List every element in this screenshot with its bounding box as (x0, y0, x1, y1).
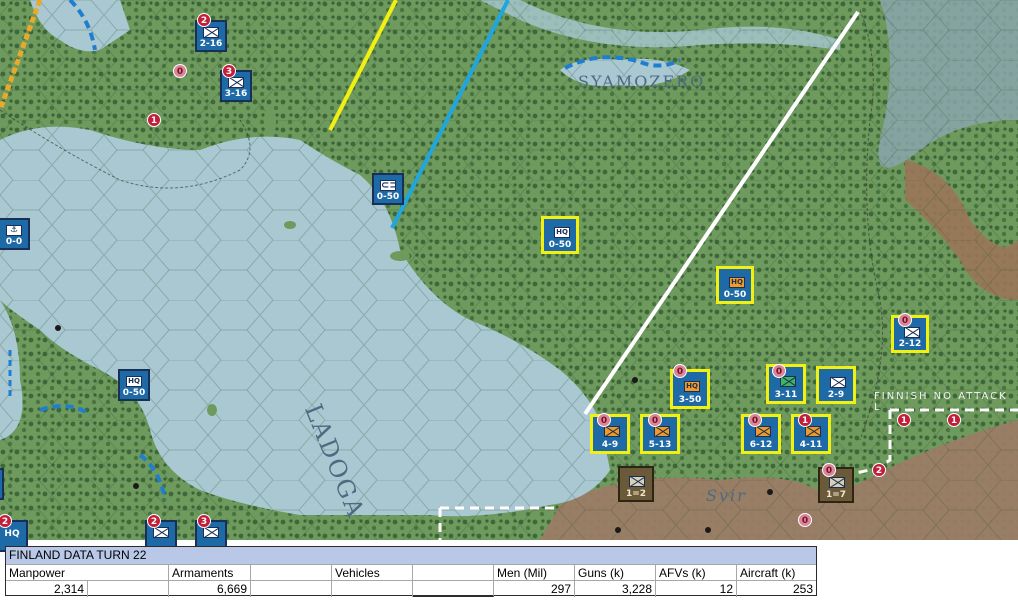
panel-title: FINLAND DATA TURN 22 (6, 547, 816, 564)
vehicles-label: Vehicles (332, 565, 413, 581)
unit-badge: 0 (898, 313, 912, 327)
unit-badge: 1 (798, 413, 812, 427)
map-terrain (0, 0, 1018, 540)
map-unit-hq-0-50-east[interactable]: HQ 0-50 (716, 266, 754, 304)
afvs-value: 12 (656, 581, 737, 597)
unit-code: 0-50 (723, 290, 747, 300)
panel-labels-row: Manpower Armaments Vehicles Men (Mil) Gu… (6, 564, 816, 581)
empty-value-cell (88, 581, 169, 597)
unit-code: 4-11 (799, 440, 823, 450)
strength-marker[interactable]: 0 (173, 64, 187, 78)
unit-code: 1=7 (825, 490, 847, 500)
unit-code: HQ (4, 529, 20, 539)
unit-badge: 0 (822, 463, 836, 477)
manpower-value: 2,314 (6, 581, 88, 597)
map-unit-naval-0-0[interactable]: ⚓ 0-0 (0, 218, 30, 250)
unit-code: 4-9 (601, 440, 619, 450)
hq-icon: HQ (684, 381, 700, 392)
infantry-icon (780, 376, 796, 387)
unit-code: 0-0 (5, 237, 23, 247)
unit-code: 3-16 (224, 89, 248, 99)
strength-marker[interactable]: 0 (798, 513, 812, 527)
unit-badge: 0 (748, 413, 762, 427)
empty-value-cell (413, 581, 494, 597)
strength-marker[interactable]: 2 (872, 463, 886, 477)
unit-code: 3-50 (678, 395, 702, 405)
infantry-icon (203, 527, 219, 538)
empty-label-cell (251, 565, 332, 581)
hq-icon: HQ (729, 277, 745, 288)
hq-icon: HQ (126, 376, 142, 387)
armaments-label: Armaments (169, 565, 251, 581)
infantry-icon (755, 426, 771, 437)
unit-code: 6-12 (749, 440, 773, 450)
unit-code: 2-12 (898, 339, 922, 349)
empty-value-cell (251, 581, 332, 597)
game-map[interactable]: LADOGA SYAMOZERO Svir FINNISH NO ATTACK … (0, 0, 1018, 552)
unit-code: 0-50 (548, 240, 572, 250)
finland-data-panel: FINLAND DATA TURN 22 Manpower Armaments … (5, 546, 817, 597)
unit-code: 0-50 (376, 192, 400, 202)
river-label: Svir (706, 486, 747, 505)
aircraft-label: Aircraft (k) (740, 566, 796, 580)
infantry-icon (805, 426, 821, 437)
infantry-icon (203, 27, 219, 38)
strength-marker[interactable]: 1 (147, 113, 161, 127)
strength-marker[interactable]: 1 (897, 413, 911, 427)
manpower-label: Manpower (6, 565, 169, 581)
unit-badge: 0 (673, 364, 687, 378)
men-label: Men (Mil) (494, 565, 575, 581)
unit-code: 2-16 (199, 39, 223, 49)
strength-marker[interactable]: 1 (947, 413, 961, 427)
men-value: 297 (494, 581, 575, 597)
zone-label: FINNISH NO ATTACK L (874, 391, 1008, 413)
aircraft-value: 253 (792, 582, 813, 596)
map-unit-armor-0-50[interactable]: ⊂⊃ 0-50 (372, 173, 404, 205)
unit-badge: 3 (222, 64, 236, 78)
infantry-icon (629, 476, 645, 487)
hq-icon: HQ (554, 227, 570, 238)
infantry-icon (228, 77, 244, 88)
vehicles-value (332, 581, 413, 597)
map-unit-hq-0-50-north[interactable]: HQ 0-50 (541, 216, 579, 254)
unit-code: 2-9 (827, 390, 845, 400)
armaments-value: 6,669 (169, 581, 251, 597)
anchor-icon: ⚓ (6, 225, 22, 236)
infantry-icon (153, 527, 169, 538)
unit-code: 1=2 (625, 489, 647, 499)
afvs-label: AFVs (k) (656, 565, 737, 581)
map-unit-hq-0-50-west[interactable]: HQ 0-50 (118, 369, 150, 401)
unit-badge: 0 (648, 413, 662, 427)
map-unit-2-9[interactable]: 2-9 (816, 366, 856, 404)
unit-code: 0-50 (122, 388, 146, 398)
unit-badge: 2 (197, 13, 211, 27)
unit-badge: 0 (772, 364, 786, 378)
unit-badge: 0 (597, 413, 611, 427)
map-unit-1-2[interactable]: 1=2 (618, 466, 654, 502)
guns-value: 3,228 (575, 581, 656, 597)
unit-code: 3-11 (774, 390, 798, 400)
guns-label: Guns (k) (575, 565, 656, 581)
unit-code: 5-13 (648, 440, 672, 450)
empty-label-cell (413, 565, 494, 581)
infantry-icon (829, 477, 845, 488)
infantry-icon (904, 327, 920, 338)
map-unit-edge[interactable] (0, 468, 4, 500)
town-label: SYAMOZERO (578, 72, 706, 91)
unit-badge: 2 (147, 514, 161, 528)
infantry-icon (830, 377, 846, 388)
panel-values-row: 2,314 6,669 297 3,228 12 253 (6, 580, 816, 597)
infantry-icon (654, 426, 670, 437)
unit-badge: 3 (197, 514, 211, 528)
infantry-icon (604, 426, 620, 437)
armor-icon: ⊂⊃ (380, 180, 396, 191)
